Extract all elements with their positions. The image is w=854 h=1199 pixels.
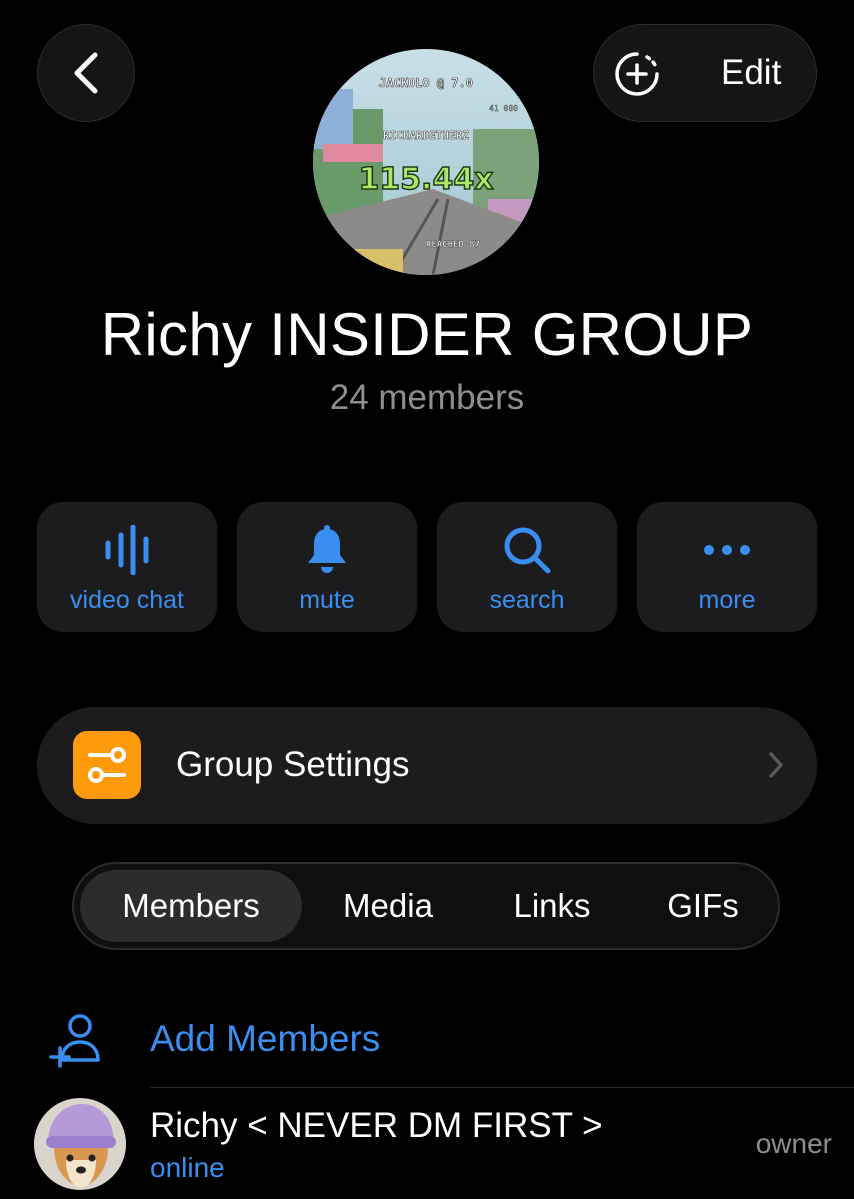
avatar-text-line3: RICHARDETHERZ: [383, 129, 469, 142]
bell-icon: [308, 525, 346, 573]
tab-links[interactable]: Links: [474, 870, 630, 942]
add-story-icon: [615, 52, 659, 96]
tab-gifs[interactable]: GIFs: [630, 870, 776, 942]
edit-toolbar: Edit: [593, 24, 817, 122]
more-label: more: [698, 586, 756, 614]
tab-media[interactable]: Media: [310, 870, 466, 942]
waveform-icon: [105, 525, 149, 575]
edit-button[interactable]: Edit: [721, 53, 781, 93]
tab-members[interactable]: Members: [80, 870, 302, 942]
group-info-screen: Edit JACKOLO @ 7.0 41 080 RICHARDETHERZ …: [0, 0, 854, 1199]
sliders-icon: [73, 731, 141, 799]
video-chat-label: video chat: [70, 586, 184, 614]
chevron-right-icon: [769, 752, 783, 778]
search-button[interactable]: search: [437, 502, 617, 632]
search-icon: [504, 527, 551, 574]
avatar-text-line2: 41 080: [489, 104, 518, 113]
mute-button[interactable]: mute: [237, 502, 417, 632]
avatar-text-line5: REACHED 87: [426, 240, 480, 250]
mute-label: mute: [299, 586, 355, 614]
video-chat-button[interactable]: video chat: [37, 502, 217, 632]
back-button[interactable]: [37, 24, 135, 122]
member-role-badge: owner: [755, 1128, 832, 1159]
avatar-multiplier: 115.44x: [358, 162, 493, 197]
group-avatar-image: JACKOLO @ 7.0 41 080 RICHARDETHERZ 115.4…: [313, 49, 539, 275]
media-tabs: Members Media Links GIFs: [72, 862, 780, 950]
search-label: search: [489, 586, 565, 614]
more-button[interactable]: more: [637, 502, 817, 632]
member-row[interactable]: Richy < NEVER DM FIRST > online owner: [0, 1090, 854, 1199]
add-user-icon: [49, 1014, 100, 1068]
group-title: Richy INSIDER GROUP: [100, 301, 754, 368]
add-story-button[interactable]: [614, 51, 660, 97]
member-status: online: [150, 1152, 225, 1183]
avatar-text-line1: JACKOLO @ 7.0: [379, 76, 473, 90]
chevron-left-icon: [74, 52, 98, 94]
member-count: 24 members: [329, 378, 525, 417]
more-dots-icon: [704, 545, 750, 555]
add-members-row[interactable]: Add Members: [0, 1000, 854, 1086]
list-divider: [150, 1087, 854, 1088]
avatar: [34, 1098, 126, 1190]
group-settings-label: Group Settings: [176, 745, 410, 784]
add-members-label: Add Members: [150, 1018, 381, 1059]
member-name: Richy < NEVER DM FIRST >: [150, 1106, 603, 1145]
group-settings-row[interactable]: Group Settings: [37, 707, 817, 824]
group-avatar[interactable]: JACKOLO @ 7.0 41 080 RICHARDETHERZ 115.4…: [313, 49, 539, 275]
